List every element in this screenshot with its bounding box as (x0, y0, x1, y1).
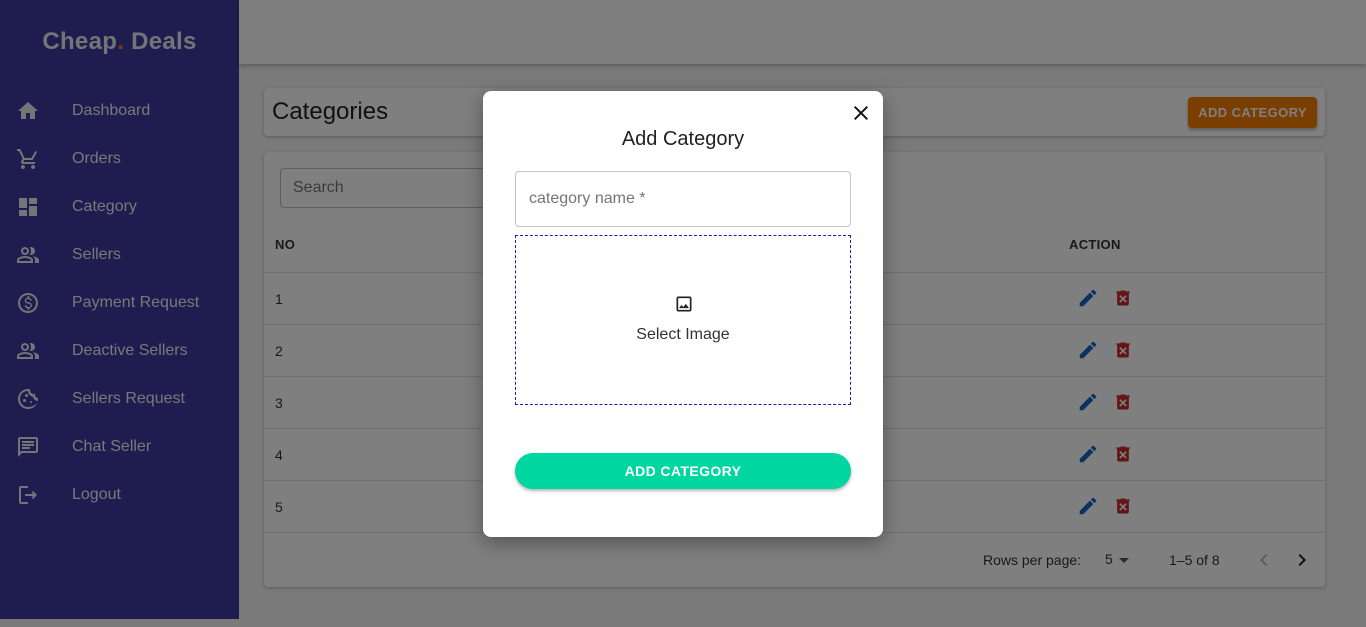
category-name-input[interactable] (516, 172, 850, 226)
category-name-field[interactable] (515, 171, 851, 227)
image-upload-zone[interactable]: Select Image (515, 235, 851, 405)
add-category-dialog: Add Category Select Image ADD CATEGORY (483, 91, 883, 537)
dialog-title: Add Category (621, 128, 745, 150)
image-icon (676, 296, 692, 312)
submit-add-category-button[interactable]: ADD CATEGORY (515, 453, 851, 489)
select-image-label: Select Image (636, 326, 730, 343)
close-icon[interactable] (849, 101, 873, 125)
